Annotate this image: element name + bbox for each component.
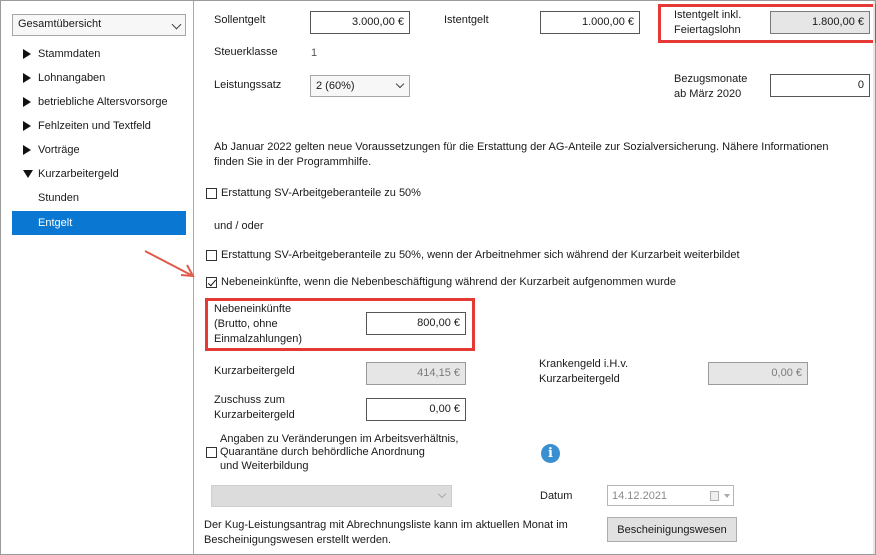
erstattung-50-label: Erstattung SV-Arbeitgeberanteile zu 50%	[221, 187, 421, 199]
krankengeld-label-line2: Kurzarbeitergeld	[539, 373, 620, 385]
sidebar-subitem-label: Stunden	[38, 192, 79, 204]
chevron-down-icon	[171, 19, 182, 30]
datum-picker[interactable]: 14.12.2021	[607, 485, 734, 506]
window-frame: Gesamtübersicht Stammdaten Lohnangaben b…	[0, 0, 876, 555]
erstattung-weiterbildung-label: Erstattung SV-Arbeitgeberanteile zu 50%,…	[221, 249, 740, 261]
steuerklasse-value: 1	[311, 47, 318, 59]
und-oder-text: und / oder	[214, 220, 264, 232]
sidebar-item-stammdaten[interactable]: Stammdaten	[12, 43, 186, 65]
datum-value: 14.12.2021	[612, 490, 668, 502]
istentgelt-feiertag-label-line2: Feiertagslohn	[674, 24, 741, 36]
erstattung-50-checkbox[interactable]	[206, 188, 217, 199]
overview-select[interactable]: Gesamtübersicht	[12, 14, 186, 36]
veraenderungen-label-line3: und Weiterbildung	[220, 460, 309, 472]
erstattung-weiterbildung-checkbox[interactable]	[206, 250, 217, 261]
sollentgelt-label: Sollentgelt	[214, 14, 266, 26]
leistungssatz-select[interactable]: 2 (60%)	[310, 75, 410, 97]
nebeneinkuenfte-label-line1: Nebeneinkünfte	[214, 303, 292, 315]
nebeneinkuenfte-label-line2: (Brutto, ohne	[214, 318, 278, 330]
sidebar-item-vortraege[interactable]: Vorträge	[12, 139, 186, 161]
sidebar-item-label: Vorträge	[38, 144, 80, 156]
nebeneinkuenfte-input[interactable]: 800,00 €	[366, 312, 466, 335]
zuschuss-label-line1: Zuschuss zum	[214, 394, 285, 406]
bezugsmonate-label-line2: ab März 2020	[674, 88, 742, 100]
sidebar-subitem-stunden[interactable]: Stunden	[12, 187, 186, 209]
red-arrow-annotation	[144, 250, 195, 278]
chevron-down-icon	[395, 79, 405, 89]
veraenderungen-label-line2: Quarantäne durch behördliche Anordnung	[220, 446, 425, 458]
expand-arrow-icon	[23, 49, 31, 59]
sidebar-item-label: Fehlzeiten und Textfeld	[38, 120, 151, 132]
info-text-line2: finden Sie in der Programmhilfe.	[214, 156, 372, 168]
sidebar-item-lohnangaben[interactable]: Lohnangaben	[12, 67, 186, 89]
istentgelt-feiertag-label-line1: Istentgelt inkl.	[674, 9, 742, 21]
istentgelt-feiertag-input: 1.800,00 €	[770, 11, 870, 34]
istentgelt-label: Istentgelt	[444, 14, 489, 26]
kurzarbeitergeld-input: 414,15 €	[366, 362, 466, 385]
sidebar-item-label: Kurzarbeitergeld	[38, 168, 119, 180]
nebeneinkuenfte-checkbox-label: Nebeneinkünfte, wenn die Nebenbeschäftig…	[221, 276, 676, 288]
footer-text-line1: Der Kug-Leistungsantrag mit Abrechnungsl…	[204, 519, 568, 531]
right-edge	[873, 1, 875, 554]
sidebar-item-fehlzeiten[interactable]: Fehlzeiten und Textfeld	[12, 115, 186, 137]
sidebar-subitem-label: Entgelt	[38, 217, 73, 229]
info-text-line1: Ab Januar 2022 gelten neue Voraussetzung…	[214, 141, 829, 153]
zuschuss-input[interactable]: 0,00 €	[366, 398, 466, 421]
sollentgelt-input[interactable]: 3.000,00 €	[310, 11, 410, 34]
calendar-icon	[710, 491, 719, 501]
bescheinigungswesen-button[interactable]: Bescheinigungswesen	[607, 517, 737, 542]
nebeneinkuenfte-label-line3: Einmalzahlungen)	[214, 333, 303, 345]
overview-select-label: Gesamtübersicht	[18, 18, 102, 30]
footer-text-line2: Bescheinigungswesen erstellt werden.	[204, 534, 392, 546]
expand-arrow-icon	[23, 145, 31, 155]
sidebar-item-altersvorsorge[interactable]: betriebliche Altersvorsorge	[12, 91, 186, 113]
istentgelt-input[interactable]: 1.000,00 €	[540, 11, 640, 34]
leistungssatz-label: Leistungssatz	[214, 79, 282, 91]
info-icon[interactable]: i	[541, 444, 560, 463]
kurzarbeitergeld-label: Kurzarbeitergeld	[214, 365, 295, 377]
krankengeld-label-line1: Krankengeld i.H.v.	[539, 358, 629, 370]
zuschuss-label-line2: Kurzarbeitergeld	[214, 409, 295, 421]
expand-arrow-icon	[23, 97, 31, 107]
sidebar-item-label: Lohnangaben	[38, 72, 106, 84]
expand-arrow-icon	[23, 73, 31, 83]
chevron-down-icon	[437, 489, 447, 499]
datum-label: Datum	[540, 490, 573, 502]
bezugsmonate-input[interactable]: 0	[770, 74, 870, 97]
leistungssatz-select-value: 2 (60%)	[316, 80, 355, 92]
sidebar-item-label: Stammdaten	[38, 48, 101, 60]
bezugsmonate-label-line1: Bezugsmonate	[674, 73, 748, 85]
veraenderungen-checkbox[interactable]	[206, 447, 217, 458]
sidebar-subitem-entgelt[interactable]: Entgelt	[12, 211, 186, 235]
steuerklasse-label: Steuerklasse	[214, 46, 278, 58]
sidebar-item-label: betriebliche Altersvorsorge	[38, 96, 168, 108]
expand-arrow-icon	[23, 121, 31, 131]
collapse-arrow-icon	[23, 170, 33, 178]
nebeneinkuenfte-checkbox[interactable]	[206, 277, 217, 288]
sidebar-item-kurzarbeitergeld[interactable]: Kurzarbeitergeld	[12, 163, 186, 185]
disabled-select	[211, 485, 452, 507]
krankengeld-input: 0,00 €	[708, 362, 808, 385]
veraenderungen-label-line1: Angaben zu Veränderungen im Arbeitsverhä…	[220, 433, 459, 445]
chevron-down-icon	[724, 494, 730, 498]
